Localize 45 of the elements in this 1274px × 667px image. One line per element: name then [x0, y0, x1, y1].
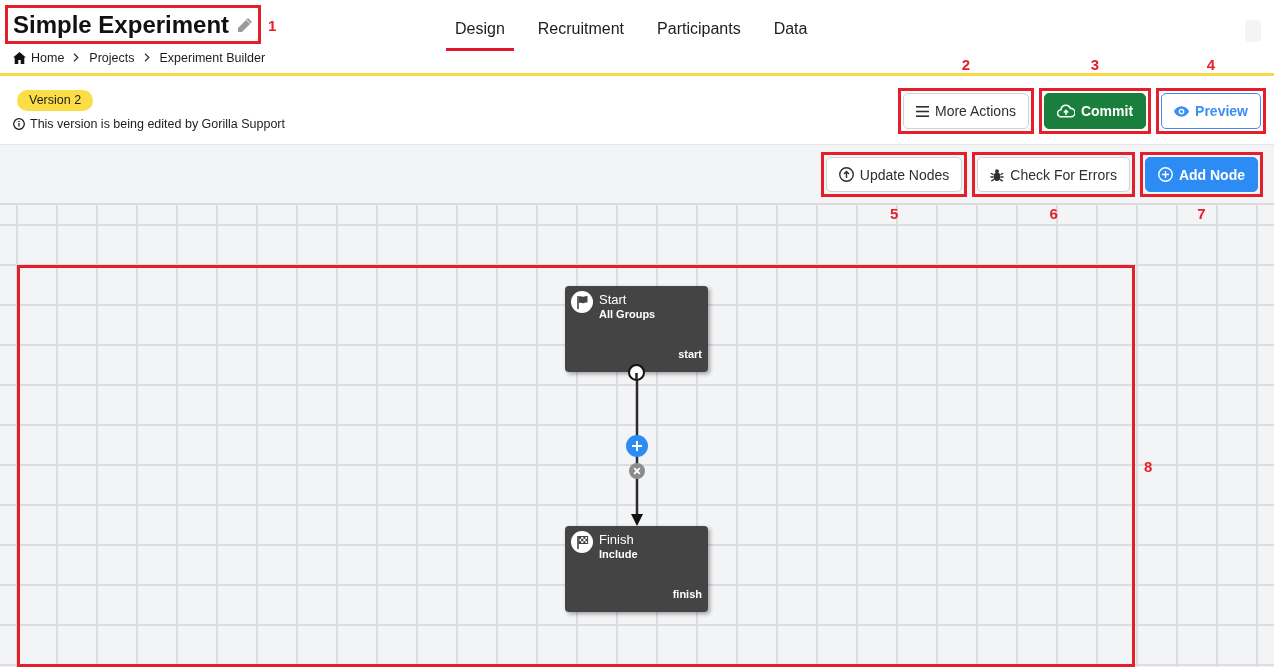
annotation-number: 3 — [1090, 57, 1100, 72]
chevron-right-icon — [143, 52, 150, 62]
tab[interactable]: Recruitment — [528, 10, 634, 51]
tab[interactable]: Data — [764, 10, 817, 51]
annotation-number: 4 — [1206, 57, 1216, 72]
annotation-number: 8 — [1144, 458, 1153, 474]
annotation-number: 1 — [268, 17, 277, 32]
info-icon — [13, 118, 25, 130]
node-subtitle: Include — [599, 547, 638, 561]
flag-icon — [571, 291, 593, 313]
eye-icon — [1174, 105, 1190, 117]
annotation-number: 6 — [1049, 206, 1058, 221]
annotation-number: 5 — [889, 206, 899, 221]
start-node[interactable]: Start All Groups start — [565, 286, 708, 372]
x-circle-icon[interactable] — [628, 463, 645, 479]
home-icon[interactable] — [13, 52, 26, 64]
breadcrumb-current: Experiment Builder — [159, 51, 266, 65]
node-title: Start — [599, 292, 628, 307]
pencil-icon[interactable] — [238, 17, 253, 32]
checkered-flag-icon — [571, 531, 593, 553]
node-title: Finish — [599, 532, 635, 547]
menu-icon — [916, 105, 929, 117]
update-nodes-button[interactable]: Update Nodes — [825, 157, 963, 192]
node-label: finish — [672, 588, 702, 601]
chevron-right-icon — [73, 52, 80, 62]
edit-notice: This version is being edited by Gorilla Support — [30, 117, 285, 131]
breadcrumb-link[interactable]: Projects — [89, 51, 135, 65]
annotation-number: 7 — [1197, 206, 1206, 221]
commit-button[interactable]: Commit — [1043, 93, 1147, 129]
plus-circle-icon — [1157, 167, 1173, 182]
page-title: Simple Experiment — [13, 10, 230, 39]
breadcrumb-link[interactable]: Home — [31, 51, 65, 65]
finish-node[interactable]: Finish Include finish — [565, 526, 708, 612]
cloud-upload-icon — [1056, 104, 1075, 118]
node-label: start — [678, 348, 702, 361]
tab[interactable]: Design — [446, 10, 514, 51]
check-errors-button[interactable]: Check For Errors — [977, 157, 1130, 192]
arrow-up-circle-icon — [838, 167, 854, 182]
bug-icon — [990, 167, 1005, 182]
annotation-number: 2 — [961, 57, 971, 72]
plus-circle-icon[interactable] — [625, 435, 648, 457]
node-subtitle: All Groups — [599, 307, 656, 321]
tab[interactable]: Participants — [648, 10, 750, 51]
version-badge: Version 2 — [17, 90, 94, 111]
more-actions-button[interactable]: More Actions — [903, 93, 1029, 129]
